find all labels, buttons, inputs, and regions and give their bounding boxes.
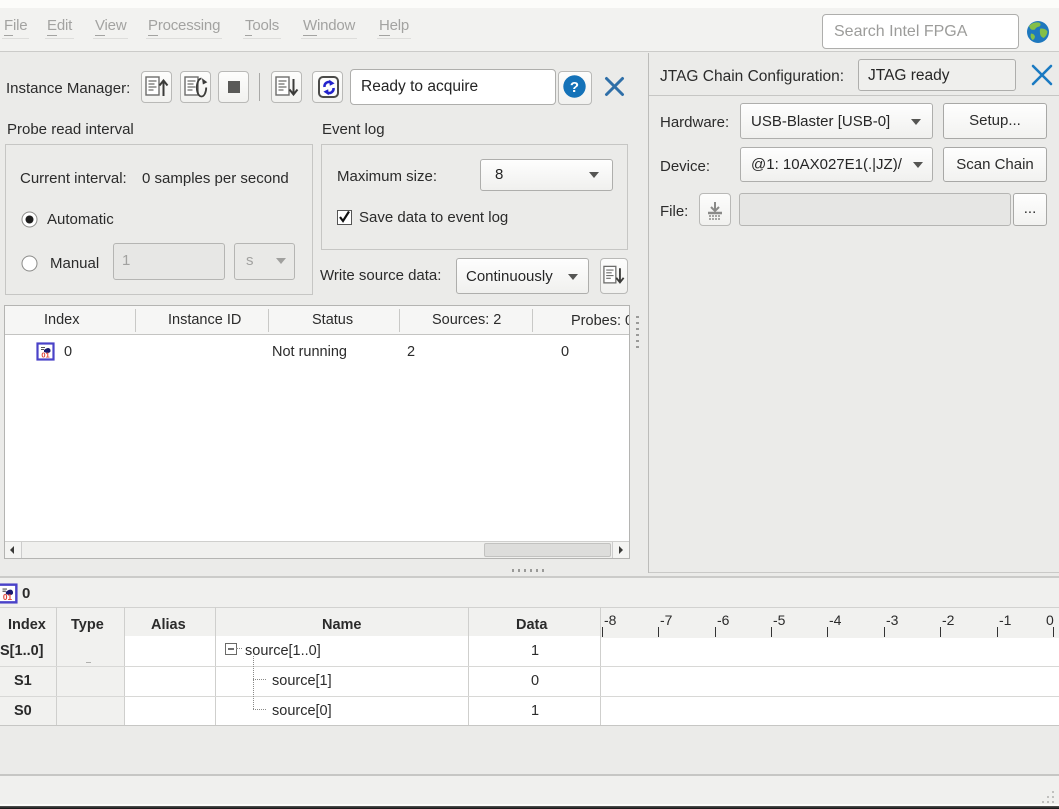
svg-text:01: 01 — [41, 351, 49, 360]
svg-text:?: ? — [570, 79, 579, 96]
svg-text:01: 01 — [3, 593, 13, 602]
